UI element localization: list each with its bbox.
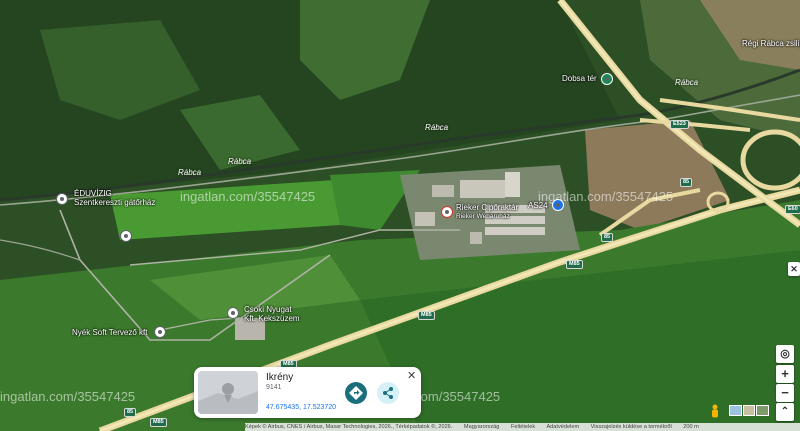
country-link[interactable]: Magyarország	[464, 424, 499, 430]
bus-stop-icon[interactable]	[601, 73, 613, 85]
place-pin-icon[interactable]	[227, 307, 239, 319]
watermark: ingatlan.com/35547425	[180, 189, 316, 204]
layer-icon[interactable]	[742, 405, 756, 416]
expand-icon[interactable]: ⌃	[776, 403, 794, 421]
close-icon[interactable]: ✕	[407, 369, 416, 382]
river-label: Rábca	[675, 78, 699, 87]
place-label-as24[interactable]: AS24	[528, 201, 548, 210]
directions-icon[interactable]	[345, 382, 367, 404]
road-shield: 85	[680, 178, 693, 187]
road-shield: 85	[601, 233, 614, 242]
feedback-link[interactable]: Visszajelzés küldése a termékről	[591, 424, 672, 430]
place-pin-icon[interactable]	[56, 193, 68, 205]
road-shield: E60	[785, 205, 800, 214]
place-coordinates[interactable]: 47.675435, 17.523720	[266, 404, 336, 411]
imagery-credit: Képek © Airbus, CNES / Airbus, Maxar Tec…	[245, 424, 453, 430]
place-label-nyek[interactable]: Nyék Soft Tervező kft	[72, 328, 147, 337]
layer-icon[interactable]	[756, 405, 770, 416]
road-shield: M85	[418, 311, 435, 320]
place-pin-icon[interactable]	[154, 326, 166, 338]
road-shield: M85	[150, 418, 167, 427]
zoom-out-button[interactable]: −	[776, 384, 794, 402]
place-label-rieker[interactable]: Rieker Cipőraktár Rieker Webáruház	[456, 203, 518, 221]
pegman-icon[interactable]	[709, 404, 721, 418]
privacy-link[interactable]: Adatvédelem	[546, 424, 579, 430]
close-icon[interactable]: ✕	[788, 262, 800, 276]
road-shield: M85	[566, 260, 583, 269]
place-postcode: 9141	[266, 384, 282, 391]
my-location-icon[interactable]: ◎	[776, 345, 794, 363]
place-label-eduvizig[interactable]: ÉDUVÍZIG Szentkereszti gátőrház	[74, 189, 155, 207]
layer-thumbnails[interactable]	[729, 405, 770, 416]
zoom-in-button[interactable]: +	[776, 365, 794, 383]
river-label: Rábca	[228, 157, 252, 166]
place-card[interactable]: Ikrény 9141 47.675435, 17.523720 ✕	[194, 367, 421, 418]
terms-link[interactable]: Feltételek	[511, 424, 535, 430]
place-label-regi-rabca[interactable]: Régi Rábca zsilip	[742, 39, 800, 48]
river-label: Rábca	[425, 123, 449, 132]
layer-icon[interactable]	[729, 405, 742, 416]
place-label-csoki[interactable]: Csoki Nyugat Kft. Kekszüzem	[244, 305, 300, 323]
place-title: Ikrény	[266, 372, 294, 383]
attribution-bar: Képek © Airbus, CNES / Airbus, Maxar Tec…	[245, 423, 800, 431]
road-shield: 85	[124, 408, 137, 417]
place-pin-icon[interactable]	[120, 230, 132, 242]
river-label: Rábca	[178, 168, 202, 177]
road-shield: E523	[670, 120, 689, 129]
fuel-station-icon[interactable]	[552, 199, 564, 211]
watermark: ingatlan.com/35547425	[0, 389, 136, 404]
street-view-thumbnail[interactable]	[198, 371, 258, 414]
shop-icon[interactable]	[441, 206, 453, 218]
place-label-dobsa-ter[interactable]: Dobsa tér	[562, 74, 597, 83]
scale-label[interactable]: 200 m	[683, 424, 699, 430]
share-icon[interactable]	[377, 382, 399, 404]
